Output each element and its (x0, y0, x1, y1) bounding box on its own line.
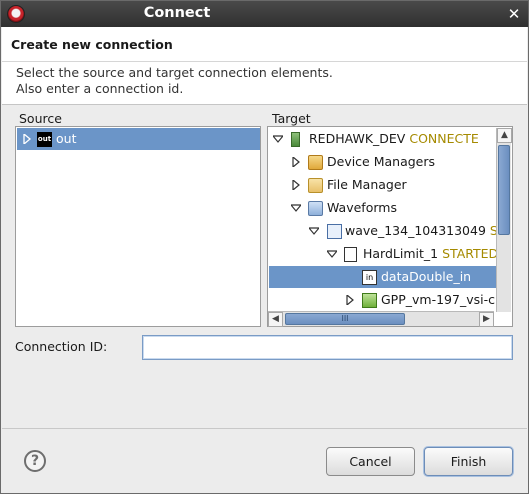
target-horizontal-scrollbar[interactable]: ◀ III ▶ (268, 311, 494, 327)
header-message: Select the source and target connection … (16, 65, 333, 97)
target-label: Target (272, 111, 311, 126)
device-managers-label: Device Managers (327, 154, 436, 169)
source-item-out[interactable]: out out (17, 128, 260, 150)
chevron-right-icon[interactable] (291, 180, 301, 190)
component-icon (344, 247, 357, 262)
folder-icon (308, 155, 323, 170)
dialog-header: Create new connection Select the source … (2, 27, 527, 105)
chevron-down-icon[interactable] (327, 249, 337, 259)
domain-state: CONNECTE (409, 131, 479, 146)
waveforms-label: Waveforms (327, 200, 397, 215)
chevron-right-icon[interactable] (345, 295, 355, 305)
source-tree[interactable]: out out (15, 126, 261, 327)
folder-open-icon (308, 201, 323, 216)
waveform-icon (327, 224, 342, 239)
device-icon (362, 293, 377, 308)
cancel-button[interactable]: Cancel (326, 447, 415, 476)
source-label: Source (19, 111, 62, 126)
chevron-right-icon[interactable] (22, 134, 32, 144)
target-tree[interactable]: REDHAWK_DEV CONNECTE Device Managers Fil… (267, 126, 513, 327)
header-title: Create new connection (11, 37, 173, 52)
target-item-port[interactable]: in dataDouble_in (269, 266, 497, 288)
port-in-icon: in (362, 270, 377, 285)
connection-id-label: Connection ID: (15, 339, 108, 354)
title-bar[interactable]: Connect ✕ (1, 1, 528, 27)
chevron-down-icon[interactable] (273, 134, 283, 144)
scroll-up-button[interactable]: ▲ (497, 128, 512, 143)
component-state: STARTED (442, 246, 499, 261)
device-label: GPP_vm-197_vsi-c (381, 292, 495, 307)
port-out-icon: out (37, 132, 52, 147)
target-item-waveforms[interactable]: Waveforms (269, 197, 497, 219)
waveform-label: wave_134_104313049 (345, 223, 486, 238)
connect-dialog: Connect ✕ Create new connection Select t… (0, 0, 529, 494)
header-divider (2, 61, 527, 62)
file-manager-label: File Manager (327, 177, 407, 192)
component-label: HardLimit_1 (363, 246, 439, 261)
finish-button[interactable]: Finish (424, 447, 513, 476)
scroll-left-button[interactable]: ◀ (268, 312, 283, 327)
chevron-down-icon[interactable] (309, 226, 319, 236)
target-item-component[interactable]: HardLimit_1 STARTED (269, 243, 499, 265)
source-item-label: out (56, 131, 77, 146)
target-item-domain[interactable]: REDHAWK_DEV CONNECTE (269, 128, 497, 150)
header-message-line-2: Also enter a connection id. (16, 81, 184, 96)
help-button[interactable]: ? (24, 450, 46, 472)
domain-label: REDHAWK_DEV (309, 131, 406, 146)
window-title: Connect (143, 5, 211, 21)
button-bar-divider (2, 428, 527, 429)
connection-id-input[interactable] (142, 335, 513, 360)
scroll-right-button[interactable]: ▶ (479, 312, 494, 327)
target-item-file-manager[interactable]: File Manager (269, 174, 497, 196)
domain-icon (291, 132, 300, 147)
close-button[interactable]: ✕ (507, 7, 521, 22)
port-label: dataDouble_in (381, 269, 472, 284)
chevron-right-icon[interactable] (291, 157, 301, 167)
target-item-waveform[interactable]: wave_134_104313049 ST (269, 220, 505, 242)
header-message-line-1: Select the source and target connection … (16, 65, 333, 80)
vertical-scroll-thumb[interactable] (498, 145, 510, 235)
target-item-device-managers[interactable]: Device Managers (269, 151, 497, 173)
target-item-device[interactable]: GPP_vm-197_vsi-c (269, 289, 497, 311)
folder-icon (308, 178, 323, 193)
horizontal-scroll-thumb[interactable]: III (285, 313, 405, 325)
target-vertical-scrollbar[interactable]: ▲ (496, 128, 512, 312)
chevron-down-icon[interactable] (291, 203, 301, 213)
